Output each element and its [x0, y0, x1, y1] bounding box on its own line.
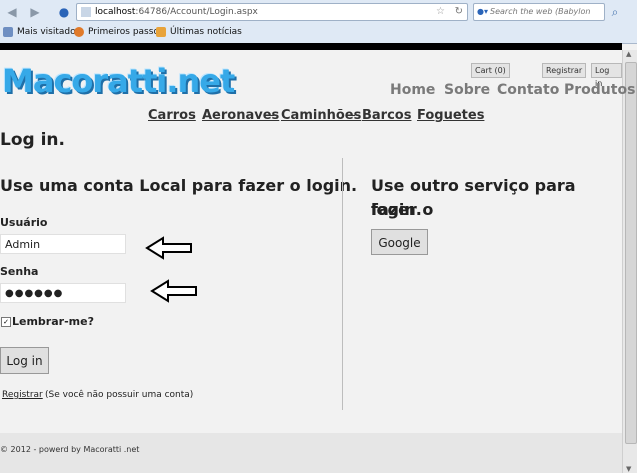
url-host: localhost — [95, 7, 136, 17]
globe-icon: ● — [58, 5, 70, 19]
category-separator: - — [191, 108, 196, 123]
username-label: Usuário — [0, 216, 48, 229]
vertical-scrollbar[interactable]: ▲ ▼ — [622, 50, 637, 473]
search-engine-icon[interactable]: ●▾ — [477, 7, 488, 16]
forward-icon[interactable]: ▶ — [28, 5, 42, 19]
bookmark-label: Mais visitados — [17, 27, 81, 37]
register-link[interactable]: Registrar — [2, 390, 43, 400]
local-login-heading: Use uma conta Local para fazer o login. — [0, 176, 358, 195]
arrow-left-icon — [145, 236, 192, 260]
category-cars[interactable]: Carros — [148, 108, 196, 123]
search-bar[interactable]: ●▾ Search the web (Babylon — [473, 3, 605, 21]
cart-link[interactable]: Cart (0) — [471, 63, 510, 78]
register-note: (Se você não possuir uma conta) — [45, 390, 194, 400]
bookmark-label: Últimas notícias — [170, 27, 242, 37]
category-rockets[interactable]: Foguetes — [417, 108, 484, 123]
password-label: Senha — [0, 265, 39, 278]
reload-icon[interactable]: ↻ — [455, 4, 463, 20]
page-icon — [81, 6, 91, 17]
remember-label: Lembrar-me? — [12, 315, 94, 328]
nav-home[interactable]: Home — [390, 82, 435, 98]
register-top-link[interactable]: Registrar — [542, 63, 587, 78]
scrollbar-thumb[interactable] — [625, 62, 637, 444]
bookmark-most-visited[interactable]: Mais visitados — [3, 23, 80, 41]
bookmark-icon — [3, 27, 13, 37]
bookmark-latest-news[interactable]: Últimas notícias — [156, 23, 242, 41]
back-icon[interactable]: ◀ — [5, 5, 19, 19]
category-trucks[interactable]: Caminhões — [281, 108, 361, 123]
nav-contact[interactable]: Contato — [497, 82, 559, 98]
star-icon[interactable]: ☆ — [436, 4, 445, 20]
category-boats[interactable]: Barcos — [362, 108, 411, 123]
nav-about[interactable]: Sobre — [444, 82, 490, 98]
column-divider — [342, 158, 343, 410]
category-aircraft[interactable]: Aeronaves — [202, 108, 279, 123]
address-bar[interactable]: localhost:64786/Account/Login.aspx ☆ ↻ — [76, 3, 468, 21]
magnifier-icon[interactable]: ⌕ — [608, 5, 622, 19]
bookmarks-bar: Mais visitados Primeiros passos Últimas … — [0, 23, 637, 41]
footer: © 2012 - powerd by Macoratti .net — [0, 433, 622, 473]
page-title: Log in. — [0, 130, 65, 150]
category-separator: - — [351, 108, 356, 123]
remember-checkbox[interactable]: ✓ — [1, 317, 11, 327]
scroll-up-icon[interactable]: ▲ — [626, 50, 631, 58]
category-separator: - — [270, 108, 275, 123]
site-logo[interactable]: Macoratti.net — [2, 62, 235, 100]
browser-chrome: ◀ ▶ ● localhost:64786/Account/Login.aspx… — [0, 0, 637, 44]
url-path: :64786/Account/Login.aspx — [135, 7, 258, 17]
firefox-icon — [74, 27, 84, 37]
page-top-bar — [0, 43, 622, 50]
nav-products[interactable]: Produtos — [564, 82, 635, 98]
google-login-button[interactable]: Google — [371, 229, 428, 255]
login-top-link[interactable]: Log in — [591, 63, 622, 88]
password-input[interactable]: ●●●●●● — [0, 283, 126, 303]
username-input[interactable]: Admin — [0, 234, 126, 254]
login-button[interactable]: Log in — [0, 347, 49, 374]
footer-text: © 2012 - powerd by Macoratti .net — [0, 445, 140, 454]
rss-icon — [156, 27, 166, 37]
bookmark-label: Primeiros passos — [88, 27, 164, 37]
page-content: Macoratti.net Cart (0) Registrar Log in … — [0, 50, 635, 473]
category-separator: - — [406, 108, 411, 123]
arrow-left-icon — [150, 279, 197, 303]
bookmark-getting-started[interactable]: Primeiros passos — [74, 23, 164, 41]
scroll-down-icon[interactable]: ▼ — [626, 465, 631, 473]
external-login-heading-line2: login. — [371, 200, 422, 219]
search-placeholder: Search the web (Babylon — [490, 7, 591, 16]
